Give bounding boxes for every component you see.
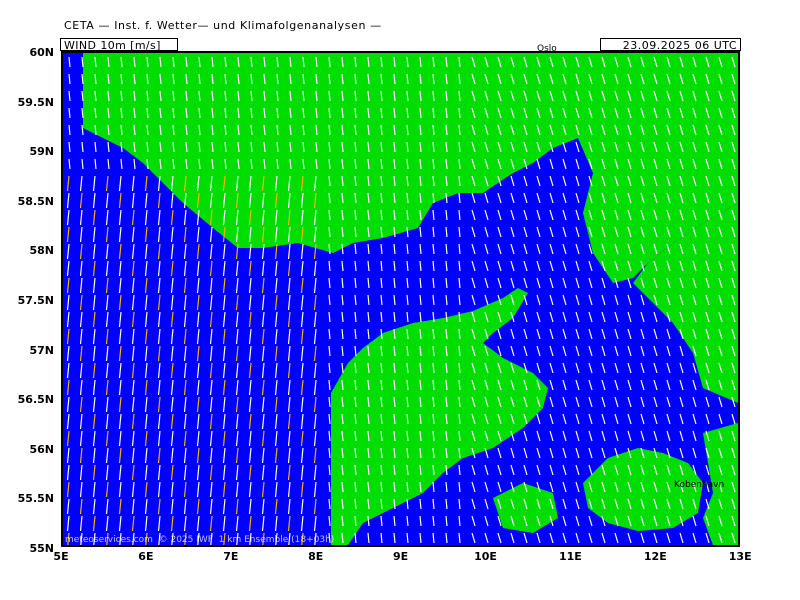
latitude-label: 58N xyxy=(29,244,54,258)
longitude-label: 11E xyxy=(558,550,582,563)
wind-map xyxy=(61,51,740,547)
credit-line: meteoservices.com © 2025 IWF 1 km Ensemb… xyxy=(65,535,335,545)
longitude-label: 9E xyxy=(393,550,409,563)
longitude-label: 10E xyxy=(474,550,497,563)
latitude-label: 55N xyxy=(29,542,54,555)
latitude-label: 60N xyxy=(29,46,54,59)
latitude-label: 56N xyxy=(29,442,54,456)
latitude-label: 56.5N xyxy=(17,393,54,407)
latitude-label: 59.5N xyxy=(17,95,54,109)
longitude-label: 13E xyxy=(728,550,752,563)
header-title: CETA — Inst. f. Wetter— und Klimafolgena… xyxy=(64,19,382,32)
latitude-label: 55.5N xyxy=(17,492,54,506)
latitude-label: 57.5N xyxy=(17,294,54,307)
place-label-kobenhavn: Kobenhavn xyxy=(674,480,725,490)
longitude-label: 7E xyxy=(223,550,239,563)
latitude-label: 58.5N xyxy=(17,194,54,208)
longitude-label: 6E xyxy=(138,550,154,563)
place-label-oslo: Oslo xyxy=(537,44,557,54)
latitude-label: 59N xyxy=(29,145,54,159)
longitude-label: 5E xyxy=(53,550,69,563)
longitude-label: 8E xyxy=(308,550,324,563)
latitude-label: 57N xyxy=(29,343,54,357)
longitude-label: 12E xyxy=(643,550,667,563)
